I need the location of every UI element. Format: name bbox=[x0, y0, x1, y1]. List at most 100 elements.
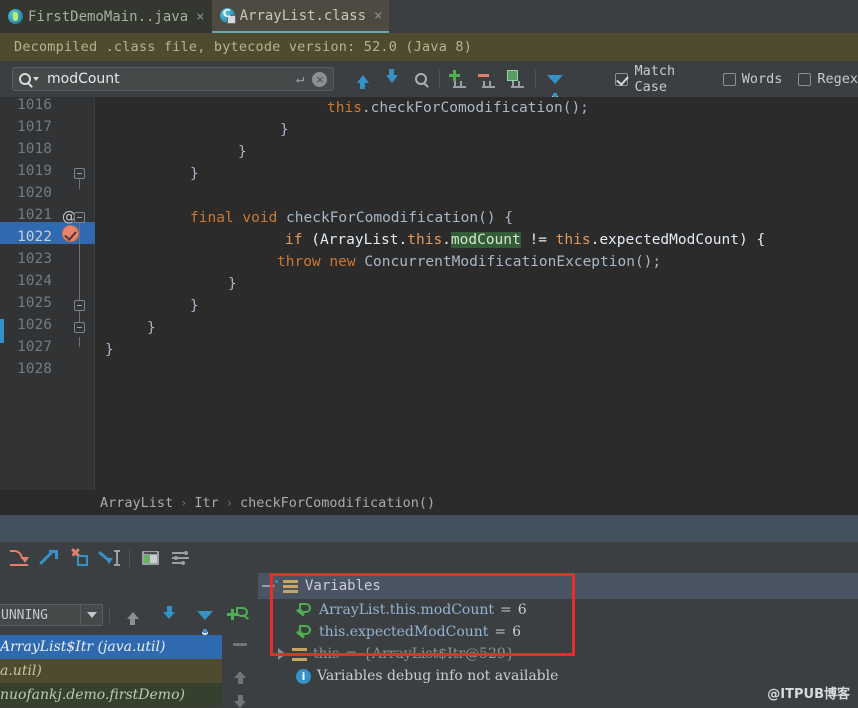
filter-button[interactable] bbox=[540, 66, 569, 99]
toolbar-divider bbox=[535, 70, 537, 88]
line-number: 1018 bbox=[17, 141, 52, 157]
enter-icon[interactable]: ↵ bbox=[296, 71, 304, 87]
breadcrumb-item-class[interactable]: ArrayList bbox=[100, 495, 173, 511]
code-fold-icon[interactable] bbox=[74, 168, 85, 179]
checkbox-icon[interactable] bbox=[798, 72, 812, 86]
frames-list[interactable]: ArrayList$Itr (java.util) a.util) nuofan… bbox=[0, 635, 222, 708]
step-over-button[interactable] bbox=[4, 544, 34, 572]
close-icon[interactable]: × bbox=[374, 8, 382, 24]
add-watch-icon bbox=[231, 606, 249, 623]
breadcrumb-item-inner-class[interactable]: Itr bbox=[194, 495, 218, 511]
breakpoint-icon[interactable] bbox=[62, 225, 79, 242]
force-step-into-icon bbox=[70, 547, 88, 566]
remove-watch-button[interactable] bbox=[222, 629, 258, 659]
tab-label: FirstDemoMain..java bbox=[28, 8, 189, 25]
breadcrumb-separator-icon: › bbox=[225, 495, 234, 510]
option-label: Words bbox=[741, 71, 783, 87]
code-line: } bbox=[280, 122, 289, 138]
find-toolbar: modCount ↵ × Match Case Words Regex bbox=[0, 61, 858, 99]
line-number: 1016 bbox=[17, 97, 52, 113]
frame-item[interactable]: ArrayList$Itr (java.util) bbox=[0, 635, 222, 659]
variable-value: 6 bbox=[517, 602, 527, 618]
frames-filter-button[interactable] bbox=[189, 600, 222, 635]
arrow-up-icon bbox=[234, 670, 246, 684]
find-in-path-button[interactable] bbox=[406, 66, 435, 92]
debugger-toolbar bbox=[0, 542, 858, 573]
variable-name: this.expectedModCount bbox=[319, 624, 489, 640]
code-line: } bbox=[238, 144, 247, 160]
code-fold-icon[interactable] bbox=[74, 300, 85, 311]
code-text-area[interactable]: this.checkForComodification(); } } } fin… bbox=[95, 97, 858, 490]
variable-message: Variables debug info not available bbox=[317, 668, 559, 684]
clear-search-icon[interactable]: × bbox=[312, 71, 328, 87]
line-number: 1020 bbox=[17, 185, 52, 201]
decompiled-notice-text: Decompiled .class file, bytecode version… bbox=[14, 39, 473, 55]
step-into-button[interactable] bbox=[34, 544, 64, 572]
editor-tab-firstdemomain[interactable]: FirstDemoMain..java × bbox=[0, 0, 212, 33]
select-all-occurrences-button[interactable] bbox=[502, 66, 531, 92]
add-watch-button[interactable] bbox=[222, 599, 258, 629]
watch-icon bbox=[296, 603, 313, 617]
select-all-occurrences-icon bbox=[506, 70, 527, 88]
find-actions bbox=[348, 66, 569, 99]
chevron-down-icon[interactable] bbox=[80, 605, 102, 625]
frame-item[interactable]: nuofankj.demo.firstDemo) bbox=[0, 683, 222, 707]
chevron-down-icon[interactable] bbox=[33, 77, 39, 81]
expand-arrow-icon[interactable] bbox=[278, 648, 286, 660]
sort-variables-icon[interactable] bbox=[262, 580, 278, 592]
find-next-button[interactable] bbox=[377, 66, 406, 92]
move-watch-down-button[interactable] bbox=[222, 689, 258, 708]
option-match-case[interactable]: Match Case bbox=[615, 63, 706, 95]
code-fold-icon[interactable] bbox=[74, 322, 85, 333]
option-regex[interactable]: Regex bbox=[798, 71, 858, 87]
variables-title: Variables bbox=[305, 578, 381, 594]
breadcrumb-item-method[interactable]: checkForComodification() bbox=[240, 495, 435, 511]
variables-tool-strip bbox=[222, 573, 258, 708]
thread-selector[interactable]: UNNING bbox=[0, 604, 104, 626]
toolbar-divider bbox=[129, 548, 130, 567]
debug-settings-button[interactable] bbox=[165, 544, 195, 572]
add-occurrence-icon bbox=[448, 70, 469, 88]
option-words[interactable]: Words bbox=[722, 71, 783, 87]
find-previous-button[interactable] bbox=[348, 66, 377, 92]
code-line: } bbox=[190, 166, 199, 182]
checkbox-icon[interactable] bbox=[722, 72, 736, 86]
decompiled-notice: Decompiled .class file, bytecode version… bbox=[0, 33, 858, 61]
move-watch-up-button[interactable] bbox=[222, 659, 258, 689]
frame-down-button[interactable] bbox=[153, 600, 186, 630]
variable-row[interactable]: this.expectedModCount = 6 bbox=[278, 621, 858, 643]
toolbar-divider bbox=[439, 70, 441, 88]
frame-item[interactable]: a.util) bbox=[0, 659, 222, 683]
code-line: } bbox=[105, 342, 114, 358]
code-fold-icon[interactable] bbox=[74, 212, 85, 223]
variable-name: ArrayList.this.modCount bbox=[319, 602, 495, 618]
checkbox-checked-icon[interactable] bbox=[615, 72, 629, 86]
watermark: @ITPUB博客 bbox=[767, 687, 850, 702]
variables-group-icon bbox=[283, 579, 298, 593]
remove-selection-button[interactable] bbox=[473, 66, 502, 92]
force-step-into-button[interactable] bbox=[64, 544, 94, 572]
step-out-icon bbox=[98, 549, 120, 566]
add-selection-button[interactable] bbox=[444, 66, 473, 92]
variable-equals: = bbox=[345, 646, 358, 662]
evaluate-expression-button[interactable] bbox=[135, 544, 165, 572]
step-out-button[interactable] bbox=[94, 544, 124, 572]
close-icon[interactable]: × bbox=[196, 9, 204, 25]
variable-equals: = bbox=[500, 602, 512, 618]
search-input[interactable]: modCount ↵ × bbox=[12, 67, 335, 91]
frame-up-button[interactable] bbox=[116, 600, 149, 630]
watch-icon bbox=[296, 625, 313, 639]
breadcrumb[interactable]: ArrayList › Itr › checkForComodification… bbox=[0, 490, 858, 515]
settings-icon bbox=[171, 550, 189, 565]
variable-row[interactable]: this = {ArrayList$Itr@529} bbox=[278, 643, 858, 665]
code-line: } bbox=[228, 276, 237, 292]
class-file-icon bbox=[219, 7, 236, 24]
variable-row[interactable]: ArrayList.this.modCount = 6 bbox=[278, 599, 858, 621]
code-editor[interactable]: this.checkForComodification(); } } } fin… bbox=[0, 97, 858, 490]
thread-status-label: UNNING bbox=[1, 607, 48, 623]
debug-panel-divider[interactable] bbox=[0, 515, 858, 542]
variables-header: Variables bbox=[258, 573, 858, 599]
editor-tab-arraylist-class[interactable]: ArrayList.class × bbox=[211, 0, 390, 33]
line-number: 1028 bbox=[17, 361, 52, 377]
code-line: } bbox=[147, 320, 156, 336]
